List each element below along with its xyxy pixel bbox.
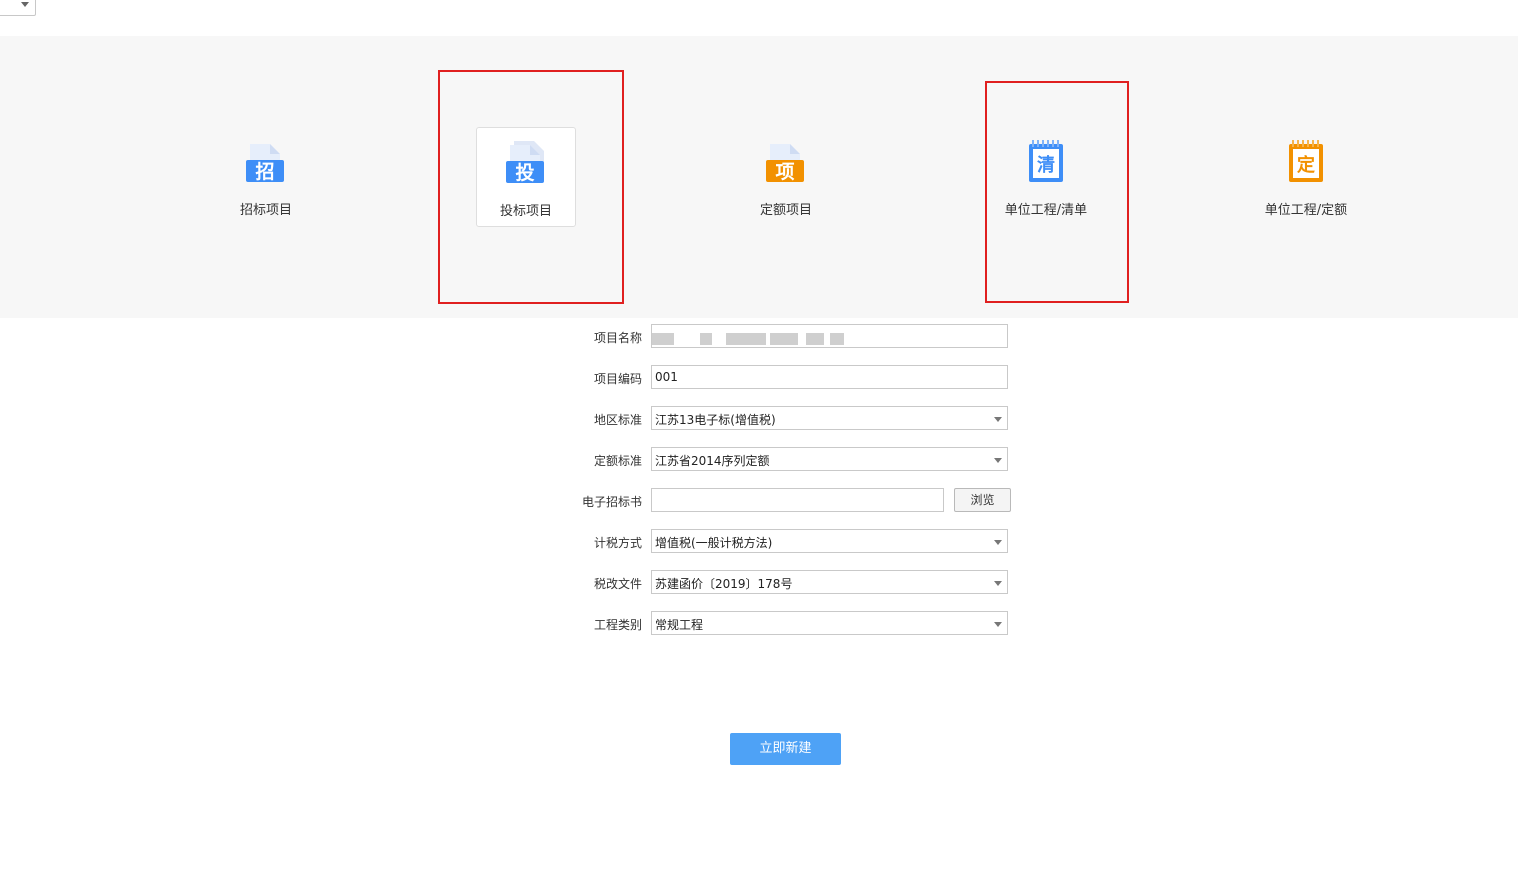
form-row-project-name: 项目名称 (560, 324, 1020, 350)
e-bid-file-label: 电子招标书 (581, 495, 642, 509)
project-category-label: 工程类别 (593, 618, 642, 632)
form-row-region-standard: 地区标准 江苏13电子标(增值税) (560, 406, 1020, 432)
project-name-label: 项目名称 (593, 331, 642, 345)
tax-reform-doc-select[interactable]: 苏建函价〔2019〕178号 (651, 570, 1008, 594)
form-row-project-code: 项目编码 001 (560, 365, 1020, 391)
project-code-label: 项目编码 (593, 372, 642, 386)
highlight-box-unit-bill (985, 81, 1129, 303)
browse-button[interactable]: 浏览 (954, 488, 1011, 512)
type-card-bid-invite[interactable]: 招 招标项目 (216, 127, 316, 227)
chevron-down-icon (994, 458, 1002, 463)
project-type-panel: 招 招标项目 投 投标项目 项 定额项目 清 单位工程/清单 定 单位工程/定额 (0, 36, 1518, 318)
e-bid-file-input[interactable] (651, 488, 944, 512)
tax-method-label: 计税方式 (593, 536, 642, 550)
type-card-unit-quota[interactable]: 定 单位工程/定额 (1256, 127, 1356, 227)
tax-reform-doc-label: 税改文件 (593, 577, 642, 591)
chevron-down-icon (21, 2, 29, 7)
tax-method-select[interactable]: 增值税(一般计税方法) (651, 529, 1008, 553)
redacted-blur (640, 324, 870, 350)
quota-project-doc-icon: 项 (766, 144, 804, 183)
highlight-box-bid-submit (438, 70, 624, 304)
svg-text:定: 定 (1297, 154, 1315, 176)
region-standard-label: 地区标准 (593, 413, 642, 427)
form-row-tax-method: 计税方式 增值税(一般计税方法) (560, 529, 1020, 555)
chevron-down-icon (994, 417, 1002, 422)
chevron-down-icon (994, 581, 1002, 586)
form-row-tax-reform-doc: 税改文件 苏建函价〔2019〕178号 (560, 570, 1020, 596)
type-label-quota-project: 定额项目 (759, 203, 812, 218)
create-now-button[interactable]: 立即新建 (730, 733, 841, 765)
svg-text:项: 项 (775, 161, 794, 183)
project-category-select[interactable]: 常规工程 (651, 611, 1008, 635)
bid-invite-doc-icon: 招 (246, 144, 284, 183)
form-row-e-bid-file: 电子招标书 浏览 (560, 488, 1020, 514)
type-label-unit-quota: 单位工程/定额 (1264, 203, 1348, 218)
form-row-quota-standard: 定额标准 江苏省2014序列定额 (560, 447, 1020, 473)
top-left-dropdown[interactable] (0, 0, 36, 16)
unit-quota-notebook-icon: 定 (1289, 140, 1323, 182)
quota-standard-select[interactable]: 江苏省2014序列定额 (651, 447, 1008, 471)
type-card-quota-project[interactable]: 项 定额项目 (736, 127, 836, 227)
project-code-input[interactable]: 001 (651, 365, 1008, 389)
chevron-down-icon (994, 622, 1002, 627)
chevron-down-icon (994, 540, 1002, 545)
region-standard-select[interactable]: 江苏13电子标(增值税) (651, 406, 1008, 430)
form-row-project-category: 工程类别 常规工程 (560, 611, 1020, 637)
quota-standard-label: 定额标准 (593, 454, 642, 468)
type-label-bid-invite: 招标项目 (239, 203, 292, 218)
svg-text:招: 招 (255, 160, 274, 183)
